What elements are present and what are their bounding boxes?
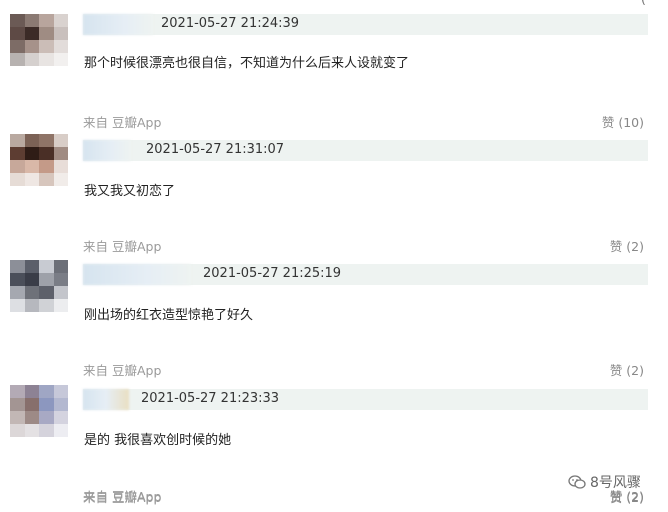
like-button[interactable]: 赞 (10) [602,112,644,131]
like-button[interactable]: 赞 (2) [610,360,644,379]
avatar[interactable] [10,134,68,186]
wechat-icon [568,475,586,489]
partial-likes-top: ( [641,0,646,7]
username-blurred[interactable] [83,14,153,35]
like-button[interactable]: 赞 (2) [610,236,644,255]
username-bar: 2021-05-27 21:31:07 [83,140,648,161]
username-blurred[interactable] [83,264,191,285]
comment-text: 是的 我很喜欢创时候的她 [84,433,232,448]
comment-text: 那个时候很漂亮也很自信，不知道为什么后来人设就变了 [84,56,410,71]
comment-text: 我又我又初恋了 [84,184,176,199]
username-bar: 2021-05-27 21:24:39 [83,14,648,35]
username-blurred[interactable] [83,140,131,161]
comment-timestamp: 2021-05-27 21:25:19 [203,266,342,281]
username-bar: 2021-05-27 21:23:33 [83,389,648,410]
comment-source: 来自 豆瓣App [83,115,162,130]
comment-source: 来自 豆瓣App [83,363,162,378]
comment-timestamp: 2021-05-27 21:23:33 [141,391,280,406]
comment-item: 2021-05-27 21:31:07 我又我又初恋了 来自 豆瓣App 赞 (… [0,134,668,261]
comment-text: 刚出场的红衣造型惊艳了好久 [84,308,254,323]
username-blurred[interactable] [83,389,129,410]
watermark-text: 8号风骤 [590,475,641,491]
comment-timestamp: 2021-05-27 21:24:39 [161,16,300,31]
comment-source: 来自 豆瓣App [83,489,162,504]
avatar[interactable] [10,385,68,437]
comment-source: 来自 豆瓣App [83,239,162,254]
avatar[interactable] [10,260,68,312]
username-bar: 2021-05-27 21:25:19 [83,264,648,285]
comment-item: 2021-05-27 21:24:39 那个时候很漂亮也很自信，不知道为什么后来… [0,14,668,139]
comment-timestamp: 2021-05-27 21:31:07 [146,142,285,157]
comment-item: 2021-05-27 21:25:19 刚出场的红衣造型惊艳了好久 来自 豆瓣A… [0,260,668,385]
avatar[interactable] [10,14,68,66]
watermark: 8号风骤 [568,472,641,492]
